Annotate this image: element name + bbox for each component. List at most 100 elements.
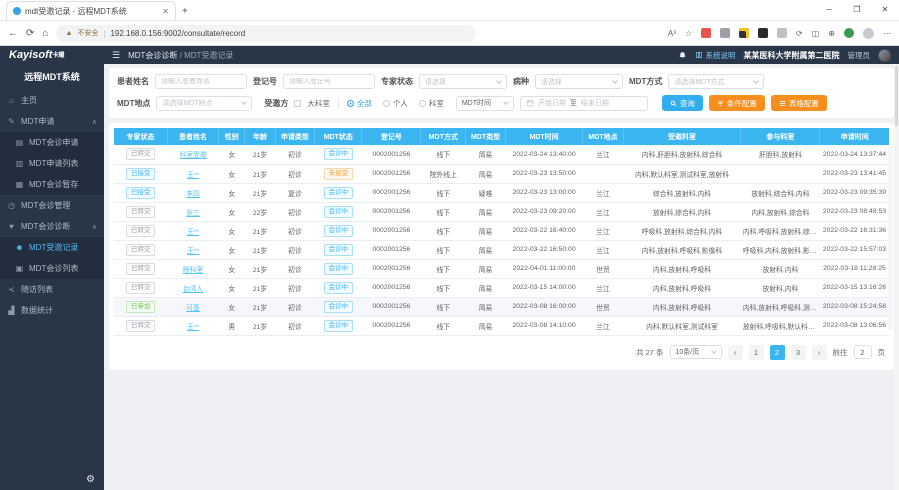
edit-icon: ✎ [7,117,16,126]
patient-name-link[interactable]: 王** [187,248,199,255]
mdt-time-cell: 2022-03-08 14:10:00 [505,316,583,335]
page-scrollbar[interactable] [894,64,899,490]
register-no-input[interactable] [289,78,369,85]
age-cell: 21岁 [245,183,275,202]
extension-icon[interactable] [720,28,730,38]
condition-config-button[interactable]: 条件配置 [709,95,765,111]
table-scrollbar[interactable] [888,145,893,330]
extension-icon[interactable] [739,28,749,38]
table-row[interactable]: 已转交 王** 女 21岁 初诊 会诊中 0002001256 线下 简易 20… [114,240,889,259]
table-row[interactable]: 已接受 李四 女 21岁 复诊 会诊中 0002001256 线下 疑难 202… [114,183,889,202]
apply-time-cell: 2022-03-18 11:28:25 [820,259,889,278]
radio-dept[interactable]: 科室 [419,98,444,109]
browser-tab[interactable]: mdt受邀记录 - 远程MDT系统 ✕ [6,1,176,20]
reg-no-cell: 0002001256 [362,202,421,221]
mdt-status-badge: 会诊中 [324,244,354,256]
apply-time-cell: 2022-03-23 13:41:45 [820,164,889,183]
page-button-1[interactable]: 1 [749,345,764,360]
page-button-3[interactable]: 3 [791,345,806,360]
table-row[interactable]: 已转交 张三 女 22岁 初诊 会诊中 0002001256 线下 简易 202… [114,202,889,221]
sidebar-item-mdt-apply-list[interactable]: ▥ MDT申请列表 [0,153,104,174]
chart-icon: ▟ [7,306,16,315]
mdt-time-cell: 2022-03-24 13:40:00 [505,145,583,164]
read-aloud-icon[interactable]: A³ [668,29,676,38]
search-button[interactable]: 查询 [662,95,703,111]
new-tab-button[interactable]: + [182,6,188,17]
sidebar-item-mdt-draft[interactable]: ▦ MDT会诊暂存 [0,174,104,195]
back-icon[interactable]: ← [8,28,18,39]
patient-name-link[interactable]: 科室受邀 [179,152,206,159]
sidebar-item-followup-list[interactable]: ≺ 随访列表 [0,279,104,300]
col-header: 受邀科室 [623,128,741,145]
radio-personal[interactable]: 个人 [383,98,408,109]
expert-status-select[interactable]: 请选择 [419,74,507,89]
refresh-icon[interactable]: ⟳ [26,28,34,39]
next-page-button[interactable]: › [812,345,827,360]
url-field[interactable]: ▲ 不安全 | 192.168.0.156:9002/consultate/re… [56,25,476,42]
sidebar-collapse-icon[interactable]: ☰ [112,50,120,61]
patient-name-link[interactable]: 王** [187,172,199,179]
date-start-placeholder: 开始日期 [538,98,566,108]
sidebar-item-mdt-consult-list[interactable]: ▣ MDT会诊列表 [0,258,104,279]
patient-name-link[interactable]: 李四 [186,191,200,198]
col-header: 登记号 [362,128,421,145]
patient-name-link[interactable]: 可基 [186,305,200,312]
prev-page-button[interactable]: ‹ [728,345,743,360]
patient-name-link[interactable]: 眼科室 [183,267,203,274]
table-row[interactable]: 已转交 王** 男 21岁 初诊 会诊中 0002001256 线下 简易 20… [114,316,889,335]
disease-select[interactable]: 请选择 [535,74,623,89]
apply-time-cell: 2022-03-24 13:37:44 [820,145,889,164]
sidebar-item-mdt-manage[interactable]: ◷ MDT会诊管理 [0,195,104,216]
patient-name-link[interactable]: 王** [187,324,199,331]
table-row[interactable]: 已转交 科室受邀 女 21岁 初诊 会诊中 0002001256 线下 简易 2… [114,145,889,164]
table-row[interactable]: 已转交 王** 女 21岁 初诊 会诊中 0002001256 线下 简易 20… [114,221,889,240]
time-field-select[interactable]: MDT时间 [456,96,514,111]
sidebar-item-statistics[interactable]: ▟ 数据统计 [0,300,104,321]
window-maximize-button[interactable]: ❐ [843,0,871,20]
goto-page-input[interactable] [854,345,872,359]
table-row[interactable]: 已参加 可基 女 21岁 初诊 会诊中 0002001256 线下 简易 202… [114,297,889,316]
system-note-link[interactable]: 系统说明 [695,50,736,61]
sidebar-item-mdt-apply[interactable]: ✎ MDT申请 ∧ [0,111,104,132]
more-menu-icon[interactable]: ⋯ [883,29,891,38]
date-range-picker[interactable]: 开始日期 至 结束日期 [520,96,648,111]
big-dept-checkbox[interactable] [294,100,301,107]
favorite-star-icon[interactable]: ☆ [685,29,692,38]
radio-all[interactable]: 全部 [347,98,372,109]
gear-icon[interactable]: ⚙ [86,474,95,485]
patient-name-input[interactable] [161,78,241,85]
user-avatar[interactable] [878,49,891,62]
table-row[interactable]: 已接受 王** 女 21岁 初诊 未接受 0002001256 院外线上 简易 … [114,164,889,183]
profile-avatar-icon[interactable] [863,28,874,39]
table-row[interactable]: 已转交 眼科室 女 21岁 初诊 会诊中 0002001256 线下 简易 20… [114,259,889,278]
sidebar-item-mdt-diagnose[interactable]: ♥ MDT会诊诊断 ∧ [0,216,104,237]
home-icon[interactable]: ⌂ [42,28,48,39]
patient-name-link[interactable]: 王** [187,229,199,236]
patient-name-link[interactable]: 台湾人 [183,286,203,293]
table-config-button[interactable]: 表格配置 [771,95,827,111]
table-row[interactable]: 已转交 台湾人 女 21岁 初诊 会诊中 0002001256 线下 简易 20… [114,278,889,297]
register-no-label: 登记号 [253,76,277,87]
collections-icon[interactable]: ⊕ [828,29,835,38]
extension-icon[interactable] [701,28,711,38]
patient-name-link[interactable]: 张三 [186,210,200,217]
browser-refresh-icon[interactable]: ⟳ [796,29,803,38]
sidebar-item-label: 随访列表 [21,284,53,295]
extension-icon[interactable] [777,28,787,38]
page-size-select[interactable]: 10条/页 [670,345,722,359]
window-close-button[interactable]: ✕ [871,0,899,20]
page-button-2[interactable]: 2 [770,345,785,360]
window-minimize-button[interactable]: ─ [815,0,843,20]
bell-icon[interactable] [678,51,687,60]
extension-icon[interactable] [758,28,768,38]
sidebar-item-mdt-invited-records[interactable]: ☻ MDT受邀记录 [0,237,104,258]
sidebar-item-home[interactable]: ⌂ 主页 [0,90,104,111]
split-screen-icon[interactable]: ◫ [812,29,820,38]
mdt-location-select[interactable]: 请选择MDT地点 [156,96,252,111]
sidebar-item-mdt-consult-apply[interactable]: ▤ MDT会诊申请 [0,132,104,153]
invitee-label: 受邀方 [264,98,288,109]
extension-icon[interactable] [844,28,854,38]
system-title: 远程MDT系统 [0,64,104,90]
tab-close-icon[interactable]: ✕ [162,7,169,16]
mdt-mode-select[interactable]: 请选择MDT方式 [668,74,764,89]
